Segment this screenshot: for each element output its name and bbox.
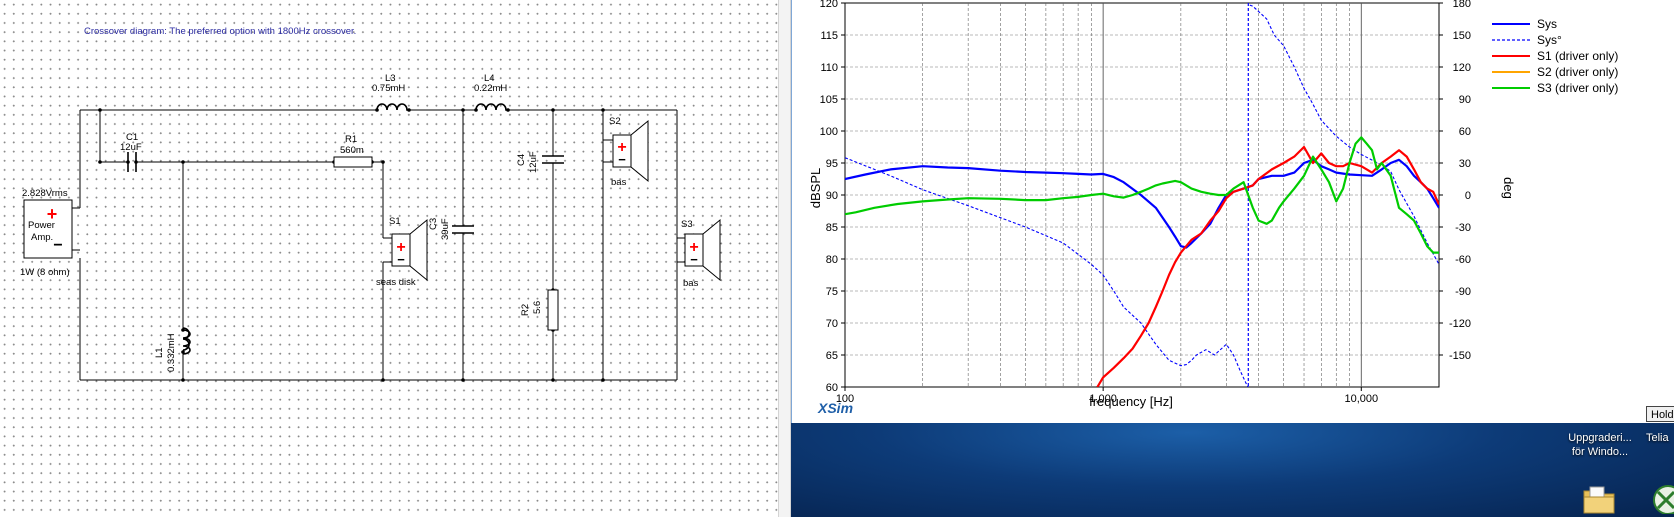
legend-label: S3 (driver only) <box>1537 81 1618 95</box>
capacitor-c4: C4 12uF <box>516 151 564 173</box>
y-tick-label: 85 <box>826 222 838 234</box>
schematic-wires <box>72 109 685 381</box>
l3-value: 0.75mH <box>372 83 405 94</box>
y2-tick-label: 0 <box>1465 190 1471 202</box>
speaker-s1: + − S1 seas disk <box>376 216 428 288</box>
resistor-r2: R2 5.6 <box>520 289 559 331</box>
y2-tick-label: -60 <box>1455 254 1471 266</box>
y2-tick-label: 90 <box>1459 94 1471 106</box>
y-tick-label: 75 <box>826 286 838 298</box>
l4-value: 0.22mH <box>474 83 507 94</box>
amp-power: 1W (8 ohm) <box>20 267 70 278</box>
amp-voltage: 2.828Vrms <box>22 188 68 199</box>
s1-label: seas disk <box>376 277 416 288</box>
desktop-background <box>791 423 1674 517</box>
y2-axis-label: deg <box>1501 177 1516 199</box>
legend-label: S2 (driver only) <box>1537 65 1618 79</box>
c3-name: C3 <box>428 218 439 230</box>
desktop-item-windows-upgrade-line1: Uppgraderi... <box>1568 432 1632 444</box>
svg-text:−: − <box>618 152 626 167</box>
inductor-l3: L3 0.75mH <box>372 73 409 111</box>
y-tick-label: 100 <box>820 126 838 138</box>
panel-divider[interactable] <box>778 0 791 517</box>
inductor-l4: L4 0.22mH <box>474 73 508 111</box>
inductor-l1: L1 0.332mH <box>154 327 191 372</box>
y2-tick-label: 60 <box>1459 126 1471 138</box>
l1-name: L1 <box>154 347 165 358</box>
y2-tick-label: 30 <box>1459 158 1471 170</box>
svg-text:−: − <box>53 237 62 254</box>
y2-tick-label: 180 <box>1453 0 1471 10</box>
desktop-item-telia-line1: Telia <box>1646 432 1669 444</box>
y-tick-label: 110 <box>820 62 838 74</box>
r2-value: 5.6 <box>532 301 543 314</box>
y-tick-label: 95 <box>826 158 838 170</box>
y-tick-label: 115 <box>820 30 838 42</box>
r1-name: R1 <box>345 134 357 145</box>
capacitor-c1: C1 12uF <box>120 132 142 172</box>
l1-value: 0.332mH <box>166 333 177 372</box>
desktop-item-windows-upgrade-line2: för Windo... <box>1571 446 1629 458</box>
desktop-item-telia[interactable]: Telia <box>1646 431 1674 445</box>
c4-name: C4 <box>516 154 527 166</box>
y-tick-label: 80 <box>826 254 838 266</box>
hold-button[interactable]: Hold <box>1646 406 1674 422</box>
crossover-schematic: Crossover diagram: The preferred option … <box>20 26 721 382</box>
y2-tick-label: -120 <box>1449 318 1471 330</box>
schematic-panel: Crossover diagram: The preferred option … <box>0 0 778 517</box>
frequency-response-chart: 60 65 70 75 80 85 90 95 100 105 110 115 120 -150 -120 -… <box>808 0 1618 416</box>
y2-tick-label: -150 <box>1449 350 1471 362</box>
schematic-title: Crossover diagram: The preferred option … <box>84 26 356 37</box>
y-tick-label: 70 <box>826 318 838 330</box>
power-amp: + − Power Amp. 2.828Vrms 1W (8 ohm) <box>20 188 73 278</box>
s2-label: bas <box>611 177 627 188</box>
xsim-app-icon[interactable] <box>1652 484 1674 514</box>
s3-name: S3 <box>681 219 693 230</box>
s2-name: S2 <box>609 116 621 127</box>
s1-name: S1 <box>389 216 401 227</box>
y-tick-label: 90 <box>826 190 838 202</box>
y2-tick-label: -30 <box>1455 222 1471 234</box>
y2-tick-label: 150 <box>1453 30 1471 42</box>
resistor-r1: R1 560m <box>333 134 373 168</box>
c1-value: 12uF <box>120 142 142 153</box>
svg-text:−: − <box>690 252 698 267</box>
c4-value: 12uF <box>528 151 539 173</box>
amp-name-line2: Amp. <box>31 232 53 243</box>
y-tick-label: 105 <box>820 94 838 106</box>
y2-tick-label: 120 <box>1453 62 1471 74</box>
s3-label: bas <box>683 278 699 289</box>
svg-text:−: − <box>397 252 405 267</box>
speaker-s2: + − S2 bas <box>609 116 649 188</box>
desktop-item-windows-upgrade[interactable]: Uppgraderi... för Windo... <box>1562 431 1638 459</box>
y-tick-label: 120 <box>820 0 838 10</box>
xsim-logo: XSim <box>817 400 853 416</box>
r1-value: 560m <box>340 145 364 156</box>
x-axis-label: frequency [Hz] <box>1089 394 1173 409</box>
y2-tick-label: -90 <box>1455 286 1471 298</box>
chart-legend: Sys Sys° S1 (driver only) S2 (driver only) S… <box>1492 17 1618 95</box>
legend-label: S1 (driver only) <box>1537 49 1618 63</box>
c3-value: 39uF <box>440 218 451 240</box>
amp-name-line1: Power <box>28 220 55 231</box>
legend-label: Sys° <box>1537 33 1562 47</box>
y-tick-label: 65 <box>826 350 838 362</box>
x-tick-label: 10,000 <box>1344 393 1378 405</box>
folder-icon[interactable] <box>1582 485 1616 515</box>
y-axis-label: dBSPL <box>808 168 823 208</box>
xsim-window: 60 65 70 75 80 85 90 95 100 105 110 115 120 -150 -120 -… <box>791 0 1674 423</box>
speaker-s3: + − S3 bas <box>681 218 721 289</box>
capacitor-c3: C3 39uF <box>428 218 474 240</box>
r2-name: R2 <box>520 304 531 316</box>
legend-label: Sys <box>1537 17 1557 31</box>
